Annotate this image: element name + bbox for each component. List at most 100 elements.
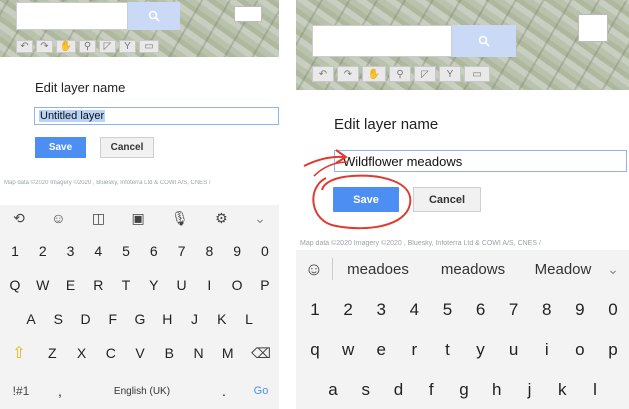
key-t[interactable]: T — [115, 275, 137, 295]
key-x[interactable]: X — [71, 343, 93, 363]
suggestion-1[interactable]: meadoes — [333, 261, 423, 278]
key-u[interactable]: u — [501, 338, 527, 362]
cancel-button[interactable]: Cancel — [413, 187, 481, 212]
map-search-button[interactable] — [452, 25, 516, 57]
map-control-box[interactable] — [234, 6, 262, 22]
line-icon[interactable]: ◸ — [414, 66, 436, 82]
key-q[interactable]: Q — [4, 275, 26, 295]
key-a[interactable]: a — [320, 378, 346, 402]
map-view[interactable]: ↶ ↷ ✋ ⚲ ◸ Y ▭ — [296, 0, 629, 90]
key-6[interactable]: 6 — [143, 241, 165, 261]
key-e[interactable]: e — [368, 338, 394, 362]
key-8[interactable]: 8 — [534, 298, 560, 322]
ruler-icon[interactable]: ▭ — [464, 66, 490, 82]
key-k[interactable]: K — [211, 309, 233, 329]
key-c[interactable]: C — [100, 343, 122, 363]
ruler-icon[interactable]: ▭ — [139, 40, 159, 53]
key-5[interactable]: 5 — [115, 241, 137, 261]
key-6[interactable]: 6 — [468, 298, 494, 322]
undo-icon[interactable]: ↶ — [16, 40, 33, 53]
key-g[interactable]: G — [129, 309, 151, 329]
redo-icon[interactable]: ↷ — [337, 66, 359, 82]
key-z[interactable]: Z — [41, 343, 63, 363]
emoji-icon[interactable]: ☺ — [296, 259, 332, 280]
key-o[interactable]: O — [226, 275, 248, 295]
period-key[interactable]: . — [213, 381, 235, 401]
key-i[interactable]: i — [534, 338, 560, 362]
key-0[interactable]: 0 — [254, 241, 276, 261]
cancel-button[interactable]: Cancel — [100, 137, 154, 158]
key-7[interactable]: 7 — [171, 241, 193, 261]
key-j[interactable]: j — [517, 378, 543, 402]
key-u[interactable]: U — [171, 275, 193, 295]
key-q[interactable]: q — [302, 338, 328, 362]
key-2[interactable]: 2 — [32, 241, 54, 261]
shift-key[interactable]: ⇧ — [4, 343, 34, 363]
map-control-box[interactable] — [578, 14, 608, 42]
key-w[interactable]: W — [32, 275, 54, 295]
key-y[interactable]: y — [468, 338, 494, 362]
key-y[interactable]: Y — [143, 275, 165, 295]
route-icon[interactable]: Y — [439, 66, 461, 82]
backspace-key[interactable]: ⌫ — [246, 343, 276, 363]
key-3[interactable]: 3 — [60, 241, 82, 261]
key-f[interactable]: f — [418, 378, 444, 402]
map-search-input[interactable] — [16, 2, 128, 30]
key-1[interactable]: 1 — [302, 298, 328, 322]
key-r[interactable]: R — [87, 275, 109, 295]
map-search-button[interactable] — [128, 2, 180, 30]
key-n[interactable]: N — [188, 343, 210, 363]
key-p[interactable]: P — [254, 275, 276, 295]
gif-icon[interactable]: ▣ — [131, 210, 144, 227]
space-key[interactable]: English (UK) — [82, 381, 202, 401]
key-0[interactable]: 0 — [600, 298, 626, 322]
comma-key[interactable]: , — [49, 381, 71, 401]
save-button[interactable]: Save — [333, 187, 399, 212]
key-a[interactable]: A — [20, 309, 42, 329]
layer-name-input[interactable]: Wildflower meadows — [334, 150, 627, 172]
key-w[interactable]: w — [335, 338, 361, 362]
key-l[interactable]: l — [582, 378, 608, 402]
key-9[interactable]: 9 — [567, 298, 593, 322]
key-t[interactable]: t — [434, 338, 460, 362]
translate-icon[interactable]: ⟲ — [13, 210, 25, 227]
save-button[interactable]: Save — [35, 137, 86, 158]
key-k[interactable]: k — [549, 378, 575, 402]
marker-icon[interactable]: ⚲ — [389, 66, 411, 82]
line-icon[interactable]: ◸ — [99, 40, 116, 53]
route-icon[interactable]: Y — [119, 40, 136, 53]
key-8[interactable]: 8 — [198, 241, 220, 261]
key-j[interactable]: J — [184, 309, 206, 329]
key-s[interactable]: S — [47, 309, 69, 329]
key-2[interactable]: 2 — [335, 298, 361, 322]
key-d[interactable]: d — [386, 378, 412, 402]
chevron-down-icon[interactable]: ⌄ — [254, 210, 266, 227]
undo-icon[interactable]: ↶ — [312, 66, 334, 82]
key-l[interactable]: L — [238, 309, 260, 329]
chevron-down-icon[interactable]: ⌄ — [603, 261, 623, 278]
layer-name-input[interactable]: Untitled layer — [34, 107, 279, 125]
sticker-icon[interactable]: ◫ — [92, 210, 105, 227]
symbols-key[interactable]: !#1 — [4, 381, 38, 401]
key-5[interactable]: 5 — [434, 298, 460, 322]
suggestion-3[interactable]: Meadow — [523, 261, 603, 278]
key-m[interactable]: M — [217, 343, 239, 363]
redo-icon[interactable]: ↷ — [36, 40, 53, 53]
suggestion-2[interactable]: meadows — [423, 261, 523, 278]
hand-icon[interactable]: ✋ — [56, 40, 76, 53]
key-h[interactable]: H — [156, 309, 178, 329]
key-v[interactable]: V — [129, 343, 151, 363]
map-search-input[interactable] — [312, 25, 452, 57]
microphone-icon[interactable]: 🎙 — [171, 210, 189, 227]
key-b[interactable]: B — [158, 343, 180, 363]
key-f[interactable]: F — [102, 309, 124, 329]
go-key[interactable]: Go — [246, 381, 276, 401]
key-e[interactable]: E — [60, 275, 82, 295]
emoji-icon[interactable]: ☺ — [51, 210, 65, 226]
key-s[interactable]: s — [353, 378, 379, 402]
key-4[interactable]: 4 — [401, 298, 427, 322]
settings-icon[interactable]: ⚙ — [215, 210, 228, 227]
marker-icon[interactable]: ⚲ — [79, 40, 96, 53]
key-h[interactable]: h — [484, 378, 510, 402]
key-4[interactable]: 4 — [87, 241, 109, 261]
